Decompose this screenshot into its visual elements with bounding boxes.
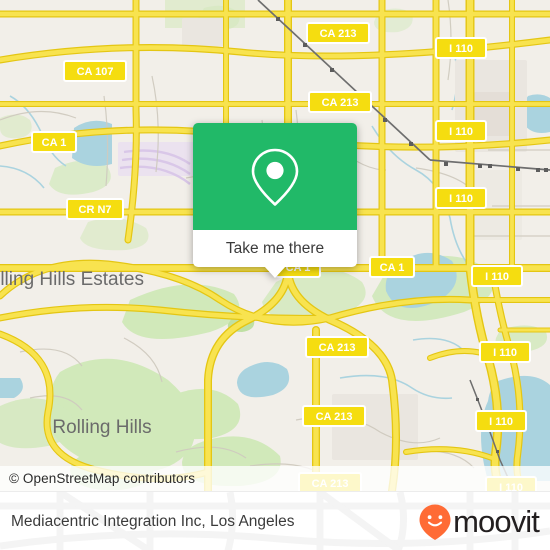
road-shield: I 110 (475, 410, 527, 432)
road-shield: CA 213 (302, 405, 366, 427)
popup-image-area (193, 123, 357, 230)
road-shield: CA 213 (308, 91, 372, 113)
svg-text:CA 213: CA 213 (316, 411, 353, 423)
road-shield: CA 213 (305, 336, 369, 358)
road-shield: CA 213 (306, 22, 370, 44)
svg-text:CA 213: CA 213 (322, 97, 359, 109)
popup-tail (264, 266, 286, 278)
moovit-wordmark: moovit (453, 504, 540, 539)
location-title: Mediacentric Integration Inc, Los Angele… (11, 512, 295, 530)
svg-text:CA 213: CA 213 (320, 28, 357, 40)
road-shield: CA 1 (369, 256, 415, 278)
svg-text:CA 1: CA 1 (42, 137, 67, 149)
svg-text:I 110: I 110 (493, 347, 517, 359)
take-me-there-label: Take me there (225, 239, 325, 257)
svg-text:I 110: I 110 (449, 43, 473, 55)
svg-text:I 110: I 110 (449, 126, 473, 138)
place-label-rolling-hills: Rolling Hills (52, 417, 151, 438)
attribution-text: © OpenStreetMap contributors (9, 471, 196, 486)
svg-text:CA 107: CA 107 (77, 66, 114, 78)
road-shield: I 110 (435, 120, 487, 142)
road-shield: CA 107 (63, 60, 127, 82)
svg-text:I 110: I 110 (489, 416, 513, 428)
map-screenshot: Rolling Hills Estates Rolling Hills CA 1… (0, 0, 550, 550)
map-pin-icon (251, 148, 299, 206)
place-label-rolling-hills-estates: Rolling Hills Estates (0, 269, 144, 290)
footer-bar: Mediacentric Integration Inc, Los Angele… (0, 491, 550, 550)
popup-action-bar[interactable]: Take me there (193, 230, 357, 278)
svg-text:I 110: I 110 (485, 271, 509, 283)
road-shield: CR N7 (66, 198, 124, 220)
road-shield: I 110 (435, 187, 487, 209)
road-shield: I 110 (479, 341, 531, 363)
map-location-popup[interactable]: Take me there (193, 123, 357, 278)
svg-text:CA 1: CA 1 (380, 262, 405, 274)
moovit-brand: moovit (418, 503, 540, 541)
road-shield: I 110 (435, 37, 487, 59)
map-attribution: © OpenStreetMap contributors (0, 466, 550, 491)
moovit-smiley-pin-icon (419, 504, 451, 540)
svg-text:CA 213: CA 213 (319, 342, 356, 354)
svg-text:CR N7: CR N7 (78, 204, 111, 216)
road-shield: I 110 (471, 265, 523, 287)
road-shield: CA 1 (31, 131, 77, 153)
svg-text:I 110: I 110 (449, 193, 473, 205)
